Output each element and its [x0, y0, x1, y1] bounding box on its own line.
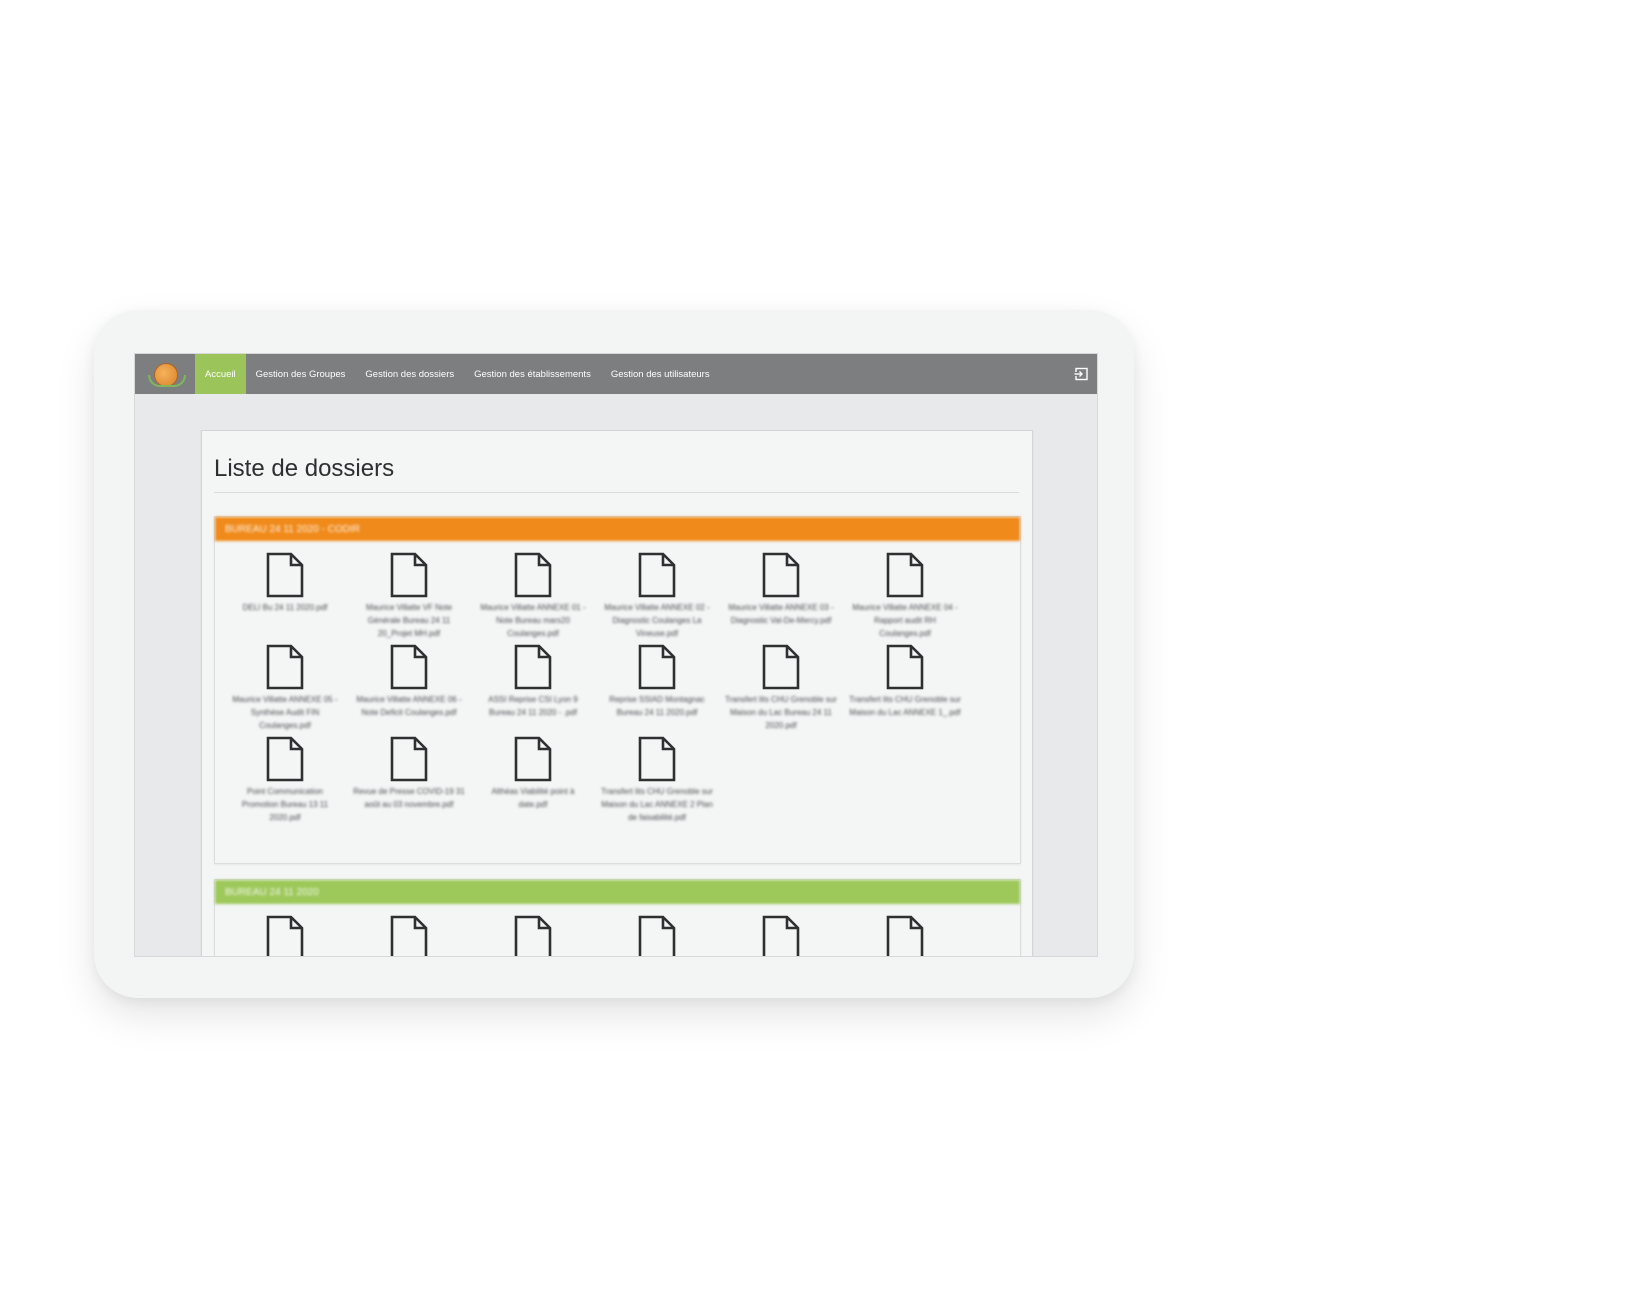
nav-item-gestion-groupes[interactable]: Gestion des Groupes — [246, 354, 356, 394]
file-name: Revue de Presse COVID-19 31 août au 03 n… — [353, 787, 465, 809]
document-icon — [513, 643, 553, 691]
nav-item-accueil[interactable]: Accueil — [195, 354, 246, 394]
file-name: Reprise SSIAD Montagnac Bureau 24 11 202… — [609, 695, 705, 717]
file-item[interactable]: Revue de Presse COVID-19 31 août au 03 n… — [349, 733, 469, 825]
file-item[interactable]: Reprise SSIAD Montagnac Bureau 24 11 202… — [597, 641, 717, 733]
page-title: Liste de dossiers — [214, 455, 395, 482]
file-name: Maurice Villatte ANNEXE 06 - Note Defici… — [356, 695, 462, 717]
file-item[interactable] — [721, 912, 841, 956]
file-item[interactable]: Transfert lits CHU Grenoble sur Maison d… — [721, 641, 841, 733]
document-icon — [389, 914, 429, 956]
group-panel-2: BUREAU 24 11 2020 — [214, 879, 1021, 956]
file-grid-1: DELI Bu 24 11 2020.pdf Maurice Villatte V… — [215, 541, 1020, 887]
title-divider — [214, 492, 1019, 493]
group-header-1[interactable]: BUREAU 24 11 2020 - CODIR — [215, 517, 1020, 541]
document-icon — [637, 551, 677, 599]
file-item[interactable]: Maurice Villatte ANNEXE 05 - Synthèse Au… — [225, 641, 345, 733]
file-item[interactable]: Transfert lits CHU Grenoble sur Maison d… — [845, 641, 965, 733]
file-item[interactable]: Althéas Viabilité point à date.pdf — [473, 733, 593, 825]
document-icon — [885, 914, 925, 956]
file-name: Maurice Villatte ANNEXE 02 - Diagnostic … — [604, 603, 710, 638]
file-item[interactable]: Maurice Villatte ANNEXE 06 - Note Defici… — [349, 641, 469, 733]
document-icon — [265, 735, 305, 783]
file-item[interactable]: DELI Bu 24 11 2020.pdf — [225, 549, 345, 641]
file-name: Maurice Villatte ANNEXE 04 - Rapport aud… — [852, 603, 958, 638]
document-icon — [389, 643, 429, 691]
logo-icon — [148, 361, 186, 387]
top-navbar: Accueil Gestion des Groupes Gestion des … — [135, 354, 1097, 394]
file-item[interactable]: Maurice Villatte ANNEXE 04 - Rapport aud… — [845, 549, 965, 641]
file-item[interactable]: Maurice Villatte ANNEXE 01 - Note Bureau… — [473, 549, 593, 641]
file-item[interactable]: Maurice Villatte ANNEXE 02 - Diagnostic … — [597, 549, 717, 641]
document-icon — [637, 735, 677, 783]
file-item[interactable]: Maurice Villatte ANNEXE 03 - Diagnostic … — [721, 549, 841, 641]
nav-item-gestion-utilisateurs[interactable]: Gestion des utilisateurs — [601, 354, 720, 394]
file-name: Transfert lits CHU Grenoble sur Maison d… — [849, 695, 961, 717]
document-icon — [265, 551, 305, 599]
file-name: Maurice Villatte ANNEXE 05 - Synthèse Au… — [232, 695, 338, 730]
file-name: Maurice Villatte VF Note Générale Bureau… — [365, 603, 453, 638]
document-icon — [885, 643, 925, 691]
group-header-2[interactable]: BUREAU 24 11 2020 — [215, 880, 1020, 904]
dossiers-card: Liste de dossiers BUREAU 24 11 2020 - CO… — [201, 430, 1033, 956]
file-name: Point Communication Promotion Bureau 13 … — [241, 787, 329, 822]
nav-item-gestion-etablissements[interactable]: Gestion des établissements — [464, 354, 601, 394]
file-name: Maurice Villatte ANNEXE 03 - Diagnostic … — [728, 603, 834, 625]
file-item[interactable] — [473, 912, 593, 956]
document-icon — [389, 551, 429, 599]
document-icon — [513, 551, 553, 599]
file-grid-2 — [215, 904, 1020, 956]
file-item[interactable]: Maurice Villatte VF Note Générale Bureau… — [349, 549, 469, 641]
file-name: DELI Bu 24 11 2020.pdf — [242, 603, 328, 612]
document-icon — [637, 914, 677, 956]
app-screen: Accueil Gestion des Groupes Gestion des … — [134, 353, 1098, 957]
file-name: Althéas Viabilité point à date.pdf — [491, 787, 575, 809]
document-icon — [761, 551, 801, 599]
file-item[interactable]: ASSI Reprise CSI Lyon 9 Bureau 24 11 202… — [473, 641, 593, 733]
document-icon — [265, 643, 305, 691]
app-logo[interactable] — [135, 354, 195, 394]
file-item[interactable]: Point Communication Promotion Bureau 13 … — [225, 733, 345, 825]
document-icon — [389, 735, 429, 783]
file-item[interactable] — [225, 912, 345, 956]
file-name: Transfert lits CHU Grenoble sur Maison d… — [725, 695, 837, 730]
document-icon — [761, 914, 801, 956]
file-name: ASSI Reprise CSI Lyon 9 Bureau 24 11 202… — [488, 695, 578, 717]
file-item[interactable] — [597, 912, 717, 956]
document-icon — [513, 735, 553, 783]
file-name: Transfert lits CHU Grenoble sur Maison d… — [601, 787, 713, 822]
group-panel-1: BUREAU 24 11 2020 - CODIR DELI Bu 24 11 … — [214, 516, 1021, 864]
file-item[interactable]: Transfert lits CHU Grenoble sur Maison d… — [597, 733, 717, 825]
nav-item-gestion-dossiers[interactable]: Gestion des dossiers — [355, 354, 464, 394]
file-item[interactable] — [845, 912, 965, 956]
document-icon — [265, 914, 305, 956]
document-icon — [513, 914, 553, 956]
document-icon — [761, 643, 801, 691]
file-item[interactable] — [349, 912, 469, 956]
document-icon — [637, 643, 677, 691]
file-name: Maurice Villatte ANNEXE 01 - Note Bureau… — [480, 603, 586, 638]
logout-icon[interactable] — [1073, 366, 1089, 382]
document-icon — [885, 551, 925, 599]
